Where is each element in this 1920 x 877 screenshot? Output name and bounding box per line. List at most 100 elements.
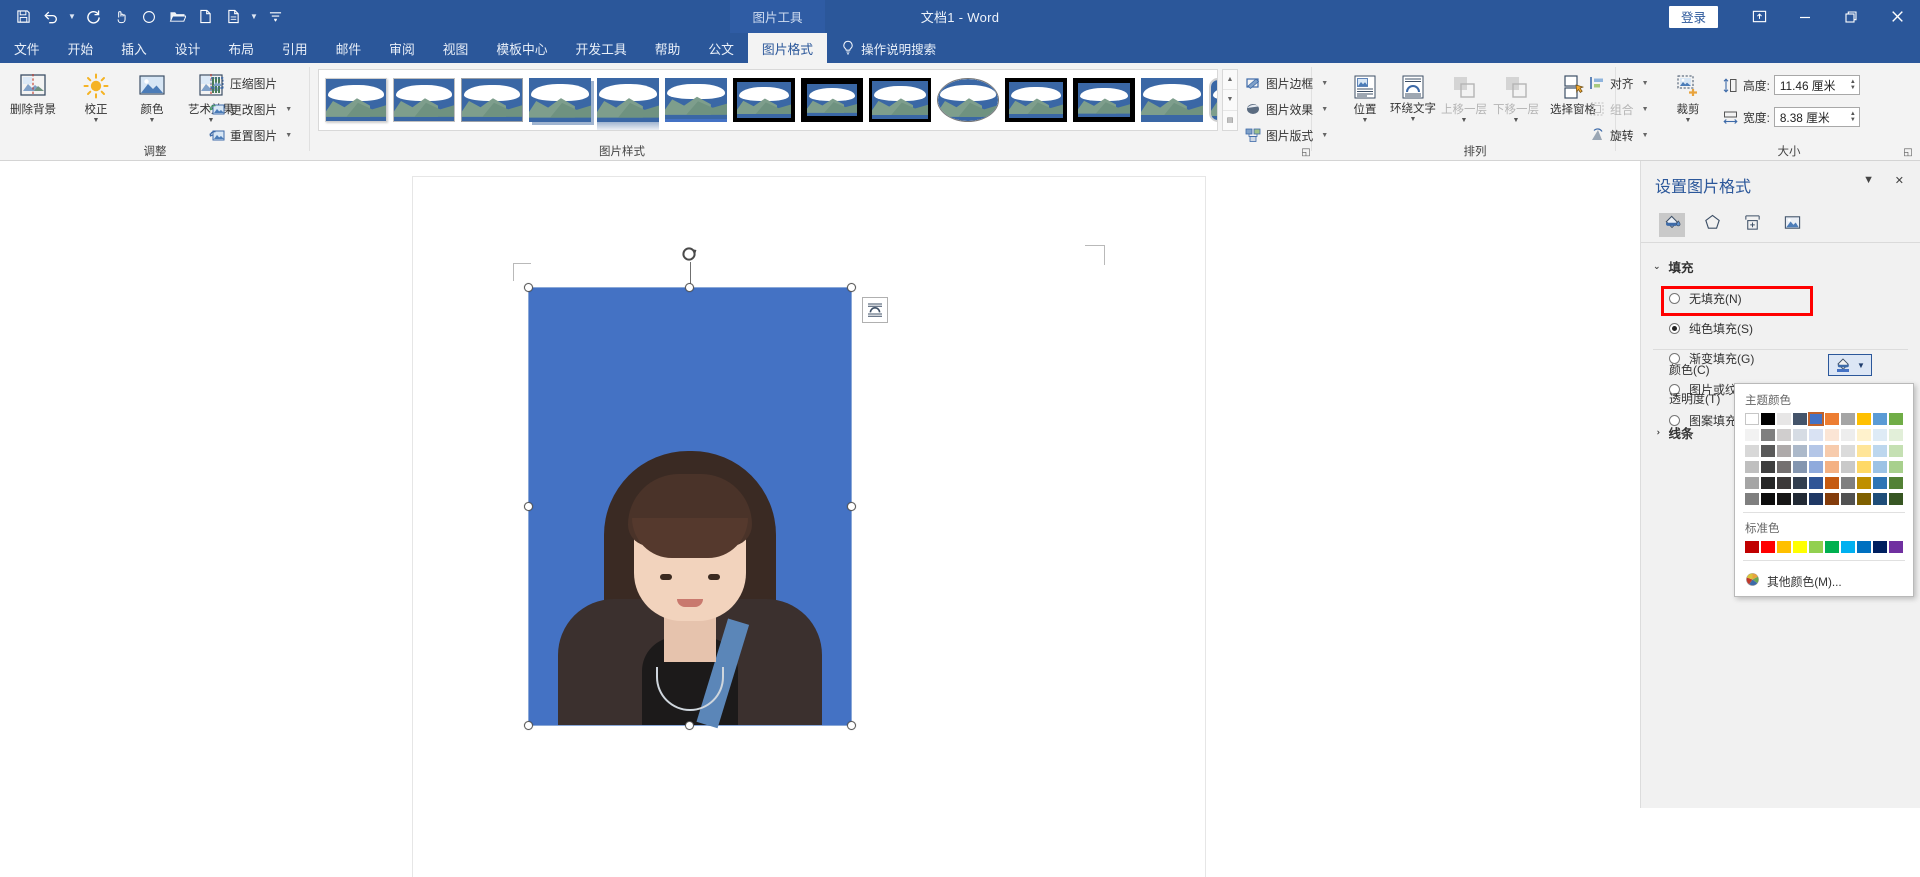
sign-in-button[interactable]: 登录 [1668, 5, 1718, 28]
theme-variant-swatch[interactable] [1841, 429, 1855, 441]
crop-button[interactable]: 裁剪 ▼ [1662, 67, 1714, 124]
picture-style-thumb[interactable] [529, 78, 591, 122]
open-folder-icon[interactable] [164, 4, 190, 30]
theme-variant-swatch[interactable] [1809, 429, 1823, 441]
new-from-template-icon[interactable] [220, 4, 246, 30]
radio-no-fill[interactable] [1669, 293, 1680, 304]
theme-variant-swatch[interactable] [1761, 445, 1775, 457]
theme-variant-swatch[interactable] [1793, 461, 1807, 473]
picture-layout-button[interactable]: 图片版式 ▼ [1244, 123, 1328, 147]
theme-swatch[interactable] [1745, 413, 1759, 425]
theme-variant-swatch[interactable] [1761, 477, 1775, 489]
picture-color-caret-icon[interactable]: ▼ [149, 117, 156, 124]
tab-home[interactable]: 开始 [54, 33, 108, 63]
align-button[interactable]: 对齐 ▼ [1588, 71, 1649, 95]
gallery-more-icon[interactable]: ▤ [1223, 111, 1237, 130]
line-section-header[interactable]: ⌄ 线条 [1651, 423, 1693, 442]
theme-swatch[interactable] [1777, 413, 1791, 425]
new-doc-icon[interactable] [192, 4, 218, 30]
group-button[interactable]: 组合 ▼ [1588, 97, 1649, 121]
crop-caret-icon[interactable]: ▼ [1685, 117, 1692, 124]
redo-icon[interactable] [80, 4, 106, 30]
minimize-icon[interactable] [1782, 0, 1828, 33]
tab-review[interactable]: 审阅 [375, 33, 429, 63]
customize-qat-icon[interactable] [262, 4, 288, 30]
reset-picture-caret-icon[interactable]: ▼ [285, 132, 292, 139]
resize-handle-sw[interactable] [524, 721, 533, 730]
tab-mailings[interactable]: 邮件 [322, 33, 376, 63]
circle-icon[interactable] [136, 4, 162, 30]
theme-variant-swatch[interactable] [1809, 477, 1823, 489]
standard-swatch[interactable] [1857, 541, 1871, 553]
picture-style-thumb[interactable] [665, 78, 727, 122]
standard-swatch[interactable] [1793, 541, 1807, 553]
theme-variant-swatch[interactable] [1777, 477, 1791, 489]
standard-swatch[interactable] [1873, 541, 1887, 553]
tab-developer[interactable]: 开发工具 [562, 33, 641, 63]
theme-variant-swatch[interactable] [1809, 461, 1823, 473]
theme-variant-swatch[interactable] [1857, 429, 1871, 441]
picture-style-thumb[interactable] [1141, 78, 1203, 122]
theme-variant-swatch[interactable] [1873, 477, 1887, 489]
theme-variant-swatch[interactable] [1889, 429, 1903, 441]
picture-border-caret-icon[interactable]: ▼ [1321, 80, 1328, 87]
resize-handle-w[interactable] [524, 501, 533, 511]
standard-swatch[interactable] [1889, 541, 1903, 553]
theme-variant-swatch[interactable] [1825, 477, 1839, 489]
shape-height-input[interactable]: 11.46 厘米 ▲ ▼ [1773, 75, 1860, 95]
remove-background-button[interactable]: 删除背景 [2, 67, 64, 116]
position-button[interactable]: 位置 ▼ [1342, 67, 1388, 124]
wrap-text-caret-icon[interactable]: ▼ [1410, 116, 1417, 123]
picture-style-thumb[interactable] [801, 78, 863, 122]
theme-variant-swatch[interactable] [1745, 429, 1759, 441]
theme-variant-swatch[interactable] [1857, 445, 1871, 457]
tab-official-doc[interactable]: 公文 [694, 33, 748, 63]
theme-variant-swatch[interactable] [1809, 493, 1823, 505]
fill-line-tab[interactable] [1659, 212, 1685, 237]
fill-color-dropdown[interactable]: 主题颜色 标准色 其他颜色(M)... [1734, 383, 1914, 597]
theme-swatch[interactable] [1873, 413, 1887, 425]
selected-picture[interactable] [524, 247, 856, 730]
theme-swatch-selected[interactable] [1808, 412, 1824, 426]
tab-template-center[interactable]: 模板中心 [482, 33, 561, 63]
pane-menu-caret-icon[interactable]: ▼ [1863, 174, 1874, 186]
theme-swatch[interactable] [1889, 413, 1903, 425]
theme-variant-swatch[interactable] [1825, 445, 1839, 457]
theme-swatch[interactable] [1793, 413, 1807, 425]
standard-swatch[interactable] [1777, 541, 1791, 553]
picture-style-thumb[interactable] [937, 78, 999, 122]
theme-variant-swatch[interactable] [1777, 445, 1791, 457]
rotate-button[interactable]: 旋转 ▼ [1588, 123, 1649, 147]
fill-option-solid-fill[interactable]: 纯色填充(S) [1641, 311, 1920, 341]
group-caret-icon[interactable]: ▼ [1642, 106, 1649, 113]
close-icon[interactable] [1874, 0, 1920, 33]
radio-solid-fill[interactable] [1669, 323, 1680, 334]
theme-variant-swatch[interactable] [1825, 429, 1839, 441]
picture-style-thumb[interactable] [733, 78, 795, 122]
fill-option-no-fill[interactable]: 无填充(N) [1641, 282, 1920, 311]
picture-color-button[interactable]: 颜色 ▼ [126, 67, 178, 124]
undo-dropdown-caret-icon[interactable]: ▼ [66, 4, 78, 30]
theme-variant-swatch[interactable] [1793, 493, 1807, 505]
theme-variant-swatch[interactable] [1889, 461, 1903, 473]
corrections-button[interactable]: 校正 ▼ [70, 67, 122, 124]
picture-style-thumb[interactable] [325, 78, 387, 122]
theme-variant-swatch[interactable] [1841, 461, 1855, 473]
tab-help[interactable]: 帮助 [641, 33, 695, 63]
picture-styles-gallery[interactable] [318, 69, 1218, 131]
ribbon-display-options-icon[interactable] [1736, 0, 1782, 33]
theme-variant-swatch[interactable] [1745, 461, 1759, 473]
theme-variant-swatch[interactable] [1809, 445, 1823, 457]
theme-variant-swatch[interactable] [1873, 461, 1887, 473]
fill-color-caret-icon[interactable]: ▼ [1857, 361, 1865, 370]
theme-variant-swatch[interactable] [1793, 445, 1807, 457]
theme-variant-swatch[interactable] [1825, 461, 1839, 473]
theme-variant-swatch[interactable] [1777, 461, 1791, 473]
picture-style-thumb-selected[interactable] [461, 78, 523, 122]
theme-variant-swatch[interactable] [1761, 429, 1775, 441]
rotate-caret-icon[interactable]: ▼ [1642, 132, 1649, 139]
layout-options-button[interactable] [862, 297, 888, 323]
tell-me-search[interactable]: 操作说明搜索 [827, 33, 936, 63]
theme-variant-swatch[interactable] [1761, 461, 1775, 473]
picture-style-thumb[interactable] [597, 78, 659, 130]
